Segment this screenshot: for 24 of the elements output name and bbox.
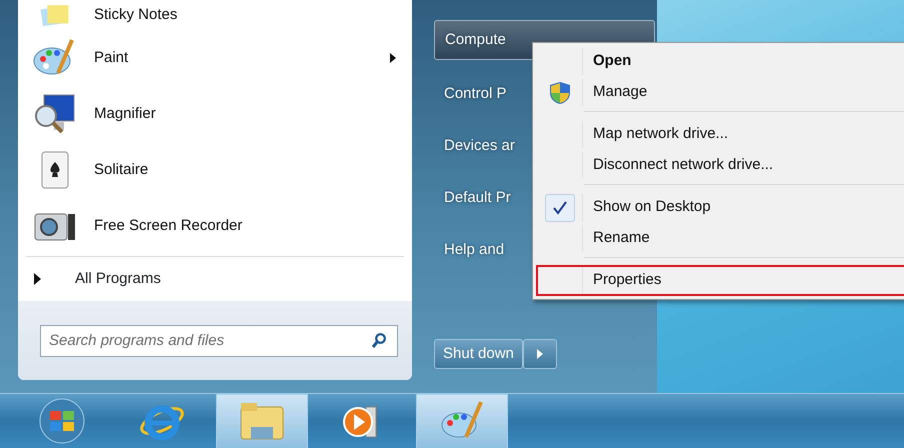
check-icon xyxy=(545,194,575,222)
menu-item[interactable]: Show on Desktop xyxy=(536,192,904,223)
program-item[interactable]: Solitaire xyxy=(18,142,412,198)
menu-item[interactable]: Map network drive... xyxy=(536,119,904,150)
shut-down-button[interactable]: Shut down xyxy=(434,339,523,369)
menu-item[interactable]: Rename xyxy=(536,223,904,254)
program-item[interactable]: Free Screen Recorder xyxy=(18,198,412,254)
shut-down-options-button[interactable] xyxy=(522,339,557,369)
search-field[interactable]: Search programs and files xyxy=(40,324,398,356)
menu-item[interactable]: Manage xyxy=(536,77,904,108)
taskbar-button[interactable] xyxy=(216,394,308,448)
right-arrow-icon xyxy=(536,349,543,359)
program-item[interactable]: Magnifier xyxy=(18,86,412,142)
menu-item[interactable]: Disconnect network drive... xyxy=(536,150,904,181)
taskbar-button[interactable] xyxy=(416,394,508,448)
program-item[interactable]: Sticky Notes xyxy=(18,0,412,30)
search-icon xyxy=(372,332,386,348)
submenu-arrow-icon xyxy=(390,53,396,63)
program-item[interactable]: Paint xyxy=(18,30,412,86)
start-orb-icon xyxy=(38,397,86,445)
menu-item[interactable]: Properties xyxy=(536,265,904,296)
shield-icon xyxy=(549,80,571,104)
expand-arrow-icon xyxy=(34,273,41,285)
all-programs-item[interactable]: All Programs xyxy=(18,257,412,301)
